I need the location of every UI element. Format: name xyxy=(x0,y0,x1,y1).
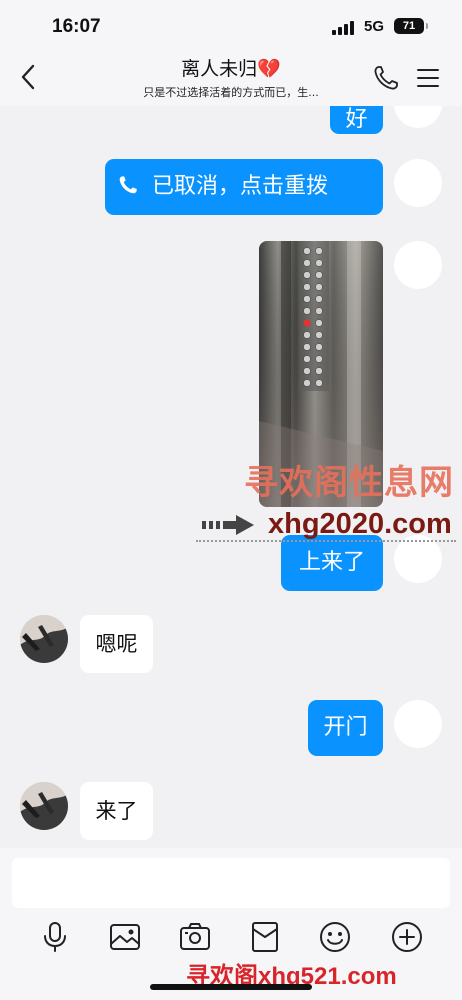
plus-icon[interactable] xyxy=(390,920,424,954)
status-bar: 16:07 5G 71 xyxy=(0,0,462,52)
chat-header: 离人未归💔 只是不过选择活着的方式而已，生... xyxy=(0,52,462,106)
avatar-self[interactable] xyxy=(394,241,442,289)
contact-avatar-image xyxy=(20,615,68,663)
input-panel: 寻欢阁xhg521.com xyxy=(0,848,462,1000)
contact-avatar-image xyxy=(20,782,68,830)
red-packet-icon[interactable] xyxy=(248,920,282,954)
message-bubble-sent[interactable]: 好 xyxy=(330,106,383,134)
phone-icon[interactable] xyxy=(372,64,400,92)
battery-icon: 71 xyxy=(394,18,428,34)
microphone-icon[interactable] xyxy=(38,920,72,954)
message-bubble-sent[interactable]: 开门 xyxy=(308,700,383,756)
emoji-icon[interactable] xyxy=(318,920,352,954)
signal-icon xyxy=(332,21,354,35)
avatar-self[interactable] xyxy=(394,535,442,583)
hamburger-menu-icon[interactable] xyxy=(416,66,440,90)
avatar-self[interactable] xyxy=(394,106,442,128)
message-input[interactable] xyxy=(12,858,450,908)
status-time: 16:07 xyxy=(52,16,101,37)
avatar-self[interactable] xyxy=(394,700,442,748)
avatar-contact[interactable] xyxy=(20,782,68,830)
arrow-right-icon xyxy=(202,515,254,535)
avatar-self[interactable] xyxy=(394,159,442,207)
home-indicator[interactable] xyxy=(150,984,312,990)
call-record-bubble[interactable]: 已取消，点击重拨 xyxy=(105,159,383,215)
phone-icon xyxy=(119,176,137,194)
watermark-divider xyxy=(196,540,456,542)
message-bubble-sent[interactable]: 上来了 xyxy=(281,535,383,591)
watermark-text: 寻欢阁性息网 xyxy=(244,463,454,503)
watermark-url: xhg2020.com xyxy=(268,508,452,540)
image-icon[interactable] xyxy=(108,920,142,954)
avatar-contact[interactable] xyxy=(20,615,68,663)
message-bubble-received[interactable]: 来了 xyxy=(80,782,153,840)
network-type: 5G xyxy=(364,18,385,35)
message-bubble-received[interactable]: 嗯呢 xyxy=(80,615,153,673)
camera-icon[interactable] xyxy=(178,920,212,954)
